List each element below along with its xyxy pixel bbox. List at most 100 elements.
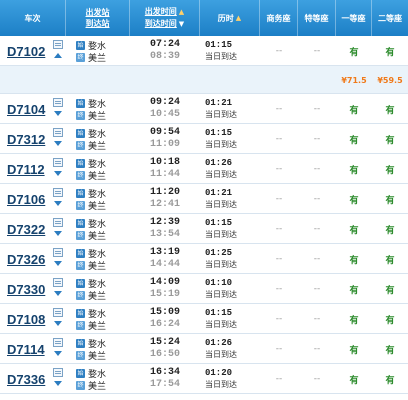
first-class-seat[interactable]: 有 (336, 36, 372, 66)
start-station-icon: 始 (76, 249, 85, 258)
expand-triangle-icon[interactable] (54, 351, 62, 356)
train-extra-icons (53, 368, 64, 390)
second-class-seat[interactable]: 有 (372, 124, 408, 154)
duration-cell: 01:26 当日到达 (205, 157, 260, 183)
header-duration-sort[interactable]: 历时 ▲ (200, 0, 260, 36)
first-class-seat[interactable]: 有 (336, 334, 372, 364)
table-row: D7330 始婺水 终美兰 14:09 15:19 01:10 当日到达 -- … (0, 274, 408, 304)
first-class-seat[interactable]: 有 (336, 184, 372, 214)
detail-doc-icon[interactable] (53, 278, 63, 287)
first-class-seat[interactable]: 有 (336, 364, 372, 394)
first-class-seat[interactable]: 有 (336, 244, 372, 274)
duration-value: 01:15 (205, 218, 233, 228)
second-class-seat[interactable]: 有 (372, 184, 408, 214)
detail-doc-icon[interactable] (53, 188, 63, 197)
detail-doc-icon[interactable] (53, 40, 63, 49)
first-class-seat[interactable]: 有 (336, 304, 372, 334)
business-seat: -- (275, 46, 283, 56)
duration-cell: 01:25 当日到达 (205, 247, 260, 273)
first-class-seat[interactable]: 有 (336, 94, 372, 124)
detail-doc-icon[interactable] (53, 308, 63, 317)
time-cell: 15:09 16:24 (150, 307, 200, 333)
arrival-note: 当日到达 (205, 230, 237, 239)
duration-value: 01:26 (205, 338, 233, 348)
second-class-seat[interactable]: 有 (372, 214, 408, 244)
first-class-seat[interactable]: 有 (336, 154, 372, 184)
business-seat: -- (275, 104, 283, 114)
train-number-link[interactable]: D7112 (0, 162, 45, 177)
header-time-sort[interactable]: 出发时间 ▲ 到达时间 ▼ (130, 0, 200, 36)
duration-value: 01:10 (205, 278, 233, 288)
station-cell: 始婺水 终美兰 (76, 218, 130, 242)
train-number-link[interactable]: D7336 (0, 372, 45, 387)
time-cell: 09:54 11:09 (150, 127, 200, 153)
train-number-link[interactable]: D7102 (0, 44, 45, 59)
detail-doc-icon[interactable] (53, 158, 63, 167)
second-class-seat[interactable]: 有 (372, 244, 408, 274)
second-class-seat[interactable]: 有 (372, 154, 408, 184)
second-class-seat[interactable]: 有 (372, 364, 408, 394)
train-extra-icons (53, 218, 64, 240)
first-class-seat[interactable]: 有 (336, 214, 372, 244)
expand-triangle-icon[interactable] (54, 141, 62, 146)
second-class-seat[interactable]: 有 (372, 94, 408, 124)
expand-triangle-icon[interactable] (54, 201, 62, 206)
arrival-note: 当日到达 (205, 170, 237, 179)
train-number-link[interactable]: D7108 (0, 312, 45, 327)
train-number-link[interactable]: D7312 (0, 132, 45, 147)
detail-doc-icon[interactable] (53, 98, 63, 107)
to-station: 美兰 (88, 142, 107, 152)
special-seat: -- (313, 344, 321, 354)
train-number-link[interactable]: D7326 (0, 252, 45, 267)
business-seat: -- (275, 344, 283, 354)
train-number-link[interactable]: D7322 (0, 222, 45, 237)
second-class-seat[interactable]: 有 (372, 36, 408, 66)
special-seat: -- (313, 254, 321, 264)
station-cell: 始婺水 终美兰 (76, 368, 130, 392)
duration-value: 01:15 (205, 308, 233, 318)
expand-triangle-icon[interactable] (54, 171, 62, 176)
train-number-link[interactable]: D7330 (0, 282, 45, 297)
special-seat: -- (313, 194, 321, 204)
train-number-link[interactable]: D7106 (0, 192, 45, 207)
duration-value: 01:21 (205, 98, 233, 108)
expand-triangle-icon[interactable] (54, 231, 62, 236)
detail-doc-icon[interactable] (53, 338, 63, 347)
start-station-icon: 始 (76, 41, 85, 50)
detail-doc-icon[interactable] (53, 218, 63, 227)
arrival-note: 当日到达 (205, 200, 237, 209)
train-number-link[interactable]: D7104 (0, 102, 45, 117)
detail-doc-icon[interactable] (53, 368, 63, 377)
detail-doc-icon[interactable] (53, 128, 63, 137)
to-station: 美兰 (88, 54, 107, 64)
end-station-icon: 终 (76, 381, 85, 390)
table-row: D7108 始婺水 终美兰 15:09 16:24 01:15 当日到达 -- … (0, 304, 408, 334)
expand-triangle-icon[interactable] (54, 291, 62, 296)
expand-triangle-icon[interactable] (54, 381, 62, 386)
train-number-link[interactable]: D7114 (0, 342, 45, 357)
duration-value: 01:15 (205, 128, 233, 138)
second-class-seat[interactable]: 有 (372, 274, 408, 304)
station-cell: 始婺水 终美兰 (76, 248, 130, 272)
expand-triangle-icon[interactable] (54, 111, 62, 116)
first-class-seat[interactable]: 有 (336, 124, 372, 154)
expand-triangle-icon[interactable] (54, 321, 62, 326)
duration-cell: 01:21 当日到达 (205, 187, 260, 213)
header-station[interactable]: 出发站 到达站 (66, 0, 130, 36)
header-special: 特等座 (298, 0, 336, 36)
special-seat: -- (313, 314, 321, 324)
expand-triangle-icon[interactable] (54, 261, 62, 266)
table-row: D7326 始婺水 终美兰 13:19 14:44 01:25 当日到达 -- … (0, 244, 408, 274)
collapse-triangle-icon[interactable] (54, 53, 62, 58)
second-class-seat[interactable]: 有 (372, 334, 408, 364)
departure-time: 10:18 (150, 157, 181, 168)
train-extra-icons (53, 338, 64, 360)
train-extra-icons (53, 40, 64, 62)
arrival-note: 当日到达 (205, 110, 237, 119)
to-station: 美兰 (88, 322, 107, 332)
departure-time: 15:09 (150, 307, 181, 318)
second-class-seat[interactable]: 有 (372, 304, 408, 334)
detail-doc-icon[interactable] (53, 248, 63, 257)
arrival-time: 12:41 (150, 199, 181, 210)
first-class-seat[interactable]: 有 (336, 274, 372, 304)
